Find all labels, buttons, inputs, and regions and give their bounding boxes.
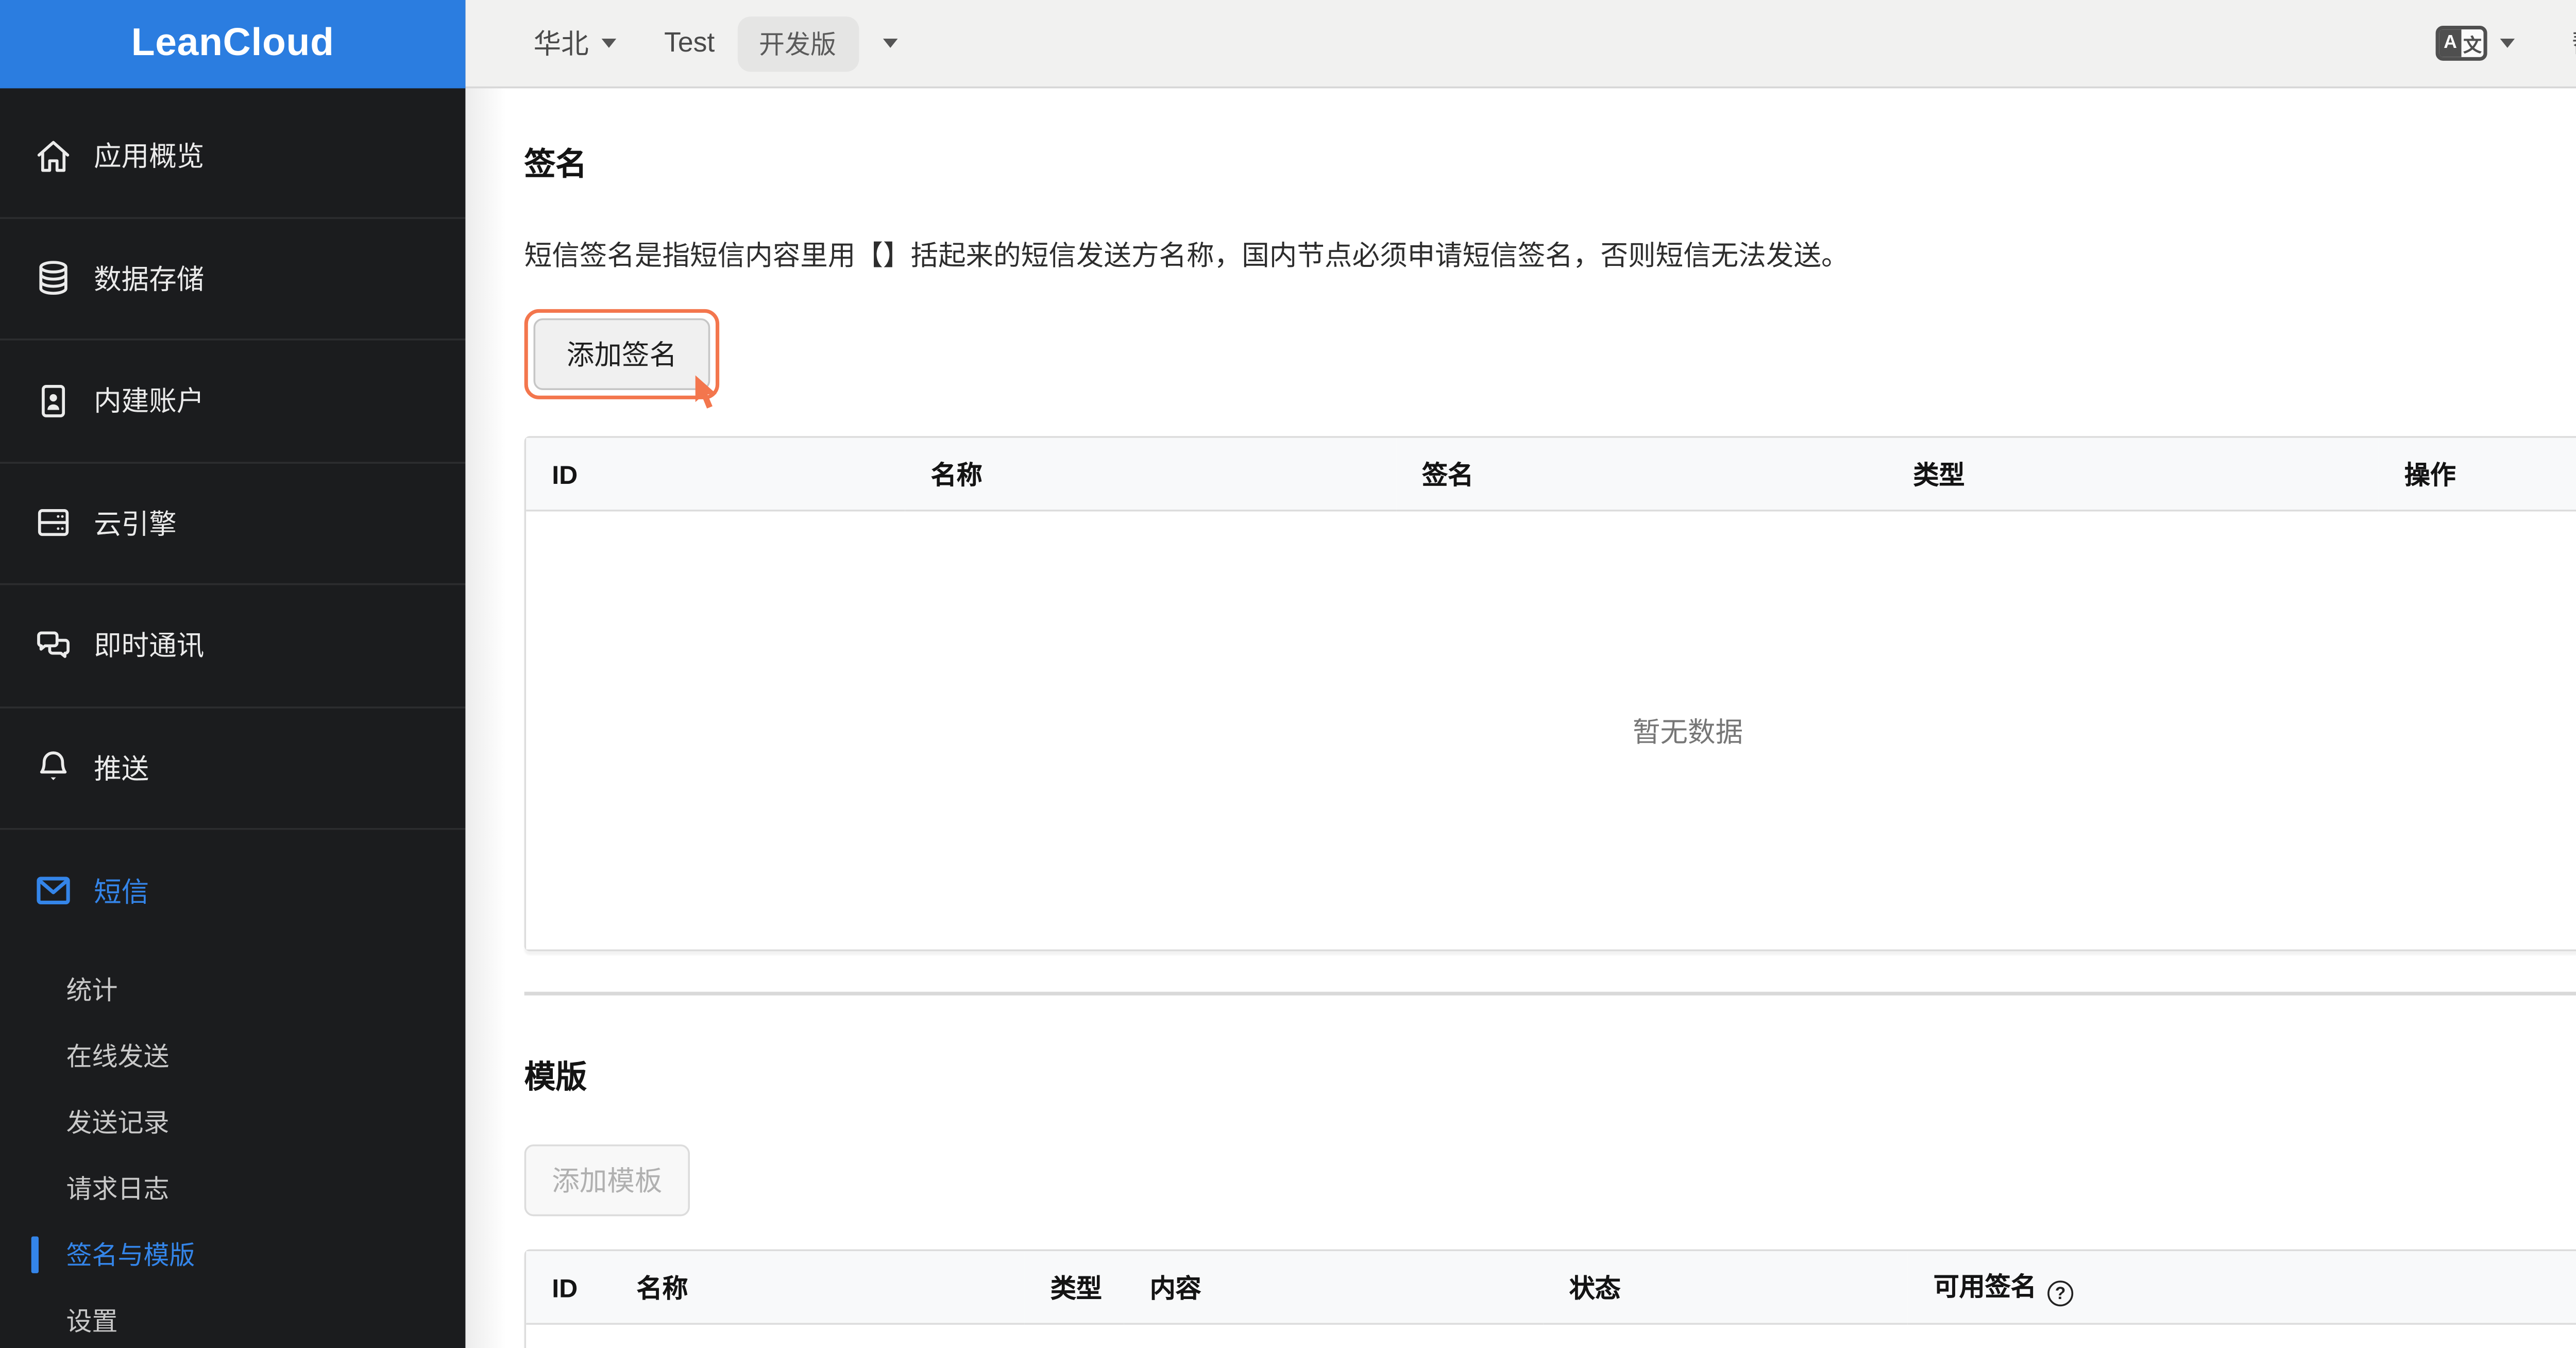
sidebar-item-label: 短信 [94, 877, 149, 909]
help-dropdown[interactable]: 帮助 [2572, 24, 2576, 62]
template-section-title: 模版 [524, 1059, 587, 1095]
subnav-label: 设置 [66, 1305, 118, 1335]
language-dropdown[interactable]: A文 [2435, 25, 2515, 61]
sidebar-item-app-overview[interactable]: 应用概览 [0, 96, 466, 218]
sidebar-item-label: 云引擎 [94, 509, 177, 541]
add-signature-button[interactable]: 添加签名 [533, 318, 710, 390]
templates-table: ID 名称 类型 内容 状态 可用签名? 操作 [524, 1249, 2576, 1348]
sidebar-item-instant-messaging[interactable]: 即时通讯 [0, 585, 466, 707]
chevron-down-icon [2500, 38, 2515, 48]
app-env-badge: 开发版 [737, 15, 858, 71]
sidebar-item-builtin-accounts[interactable]: 内建账户 [0, 341, 466, 463]
subnav-label: 在线发送 [66, 1040, 170, 1070]
signature-section-title: 签名 [524, 147, 587, 182]
topbar: 华北 Test 开发版 A文 帮助 [465, 0, 2576, 89]
sidebar-item-online-send[interactable]: 在线发送 [0, 1022, 465, 1089]
region-dropdown[interactable]: 华北 [534, 24, 617, 62]
sidebar-item-push[interactable]: 推送 [0, 707, 466, 830]
col-header-type: 类型 [1024, 1251, 1124, 1325]
col-header-id: ID [526, 437, 905, 512]
sidebar-item-label: 内建账户 [94, 386, 205, 418]
subnav-label: 签名与模版 [66, 1239, 195, 1269]
col-header-name: 名称 [905, 437, 1397, 512]
signature-description: 短信签名是指短信内容里用【】括起来的短信发送方名称，国内节点必须申请短信签名，否… [524, 241, 1849, 273]
signatures-table: ID 名称 签名 类型 操作 暂无数据 [524, 436, 2576, 952]
col-header-name: 名称 [611, 1251, 1025, 1325]
sidebar-item-signatures-templates[interactable]: 签名与模版 [0, 1221, 465, 1287]
col-header-signature: 签名 [1396, 437, 1888, 512]
sidebar-item-statistics[interactable]: 统计 [0, 956, 465, 1022]
app-name-label: Test [664, 27, 715, 59]
sidebar-item-label: 推送 [94, 754, 149, 785]
app-switcher-dropdown[interactable]: Test 开发版 [664, 15, 897, 71]
chevron-down-icon [882, 38, 897, 48]
server-icon [33, 503, 74, 544]
sidebar-subnav-sms: 统计 在线发送 发送记录 请求日志 签名与模版 设置 [0, 952, 465, 1348]
sidebar-item-request-logs[interactable]: 请求日志 [0, 1155, 465, 1221]
signatures-table-header: ID 名称 签名 类型 操作 [526, 437, 2576, 512]
section-divider [524, 991, 2576, 996]
region-label: 华北 [533, 29, 589, 61]
bell-icon [33, 748, 74, 788]
table-body-cutoff [526, 1324, 2576, 1348]
content-area: 签名 短信签名是指短信内容里用【】括起来的短信发送方名称，国内节点必须申请短信签… [465, 88, 2576, 1348]
col-header-status: 状态 [1543, 1251, 1908, 1325]
chevron-down-icon [601, 38, 617, 48]
app-window: LeanCloud 应用概览 数据存储 内建账户 云引擎 即时通讯 推送 短信 … [0, 0, 2576, 1348]
subnav-label: 请求日志 [66, 1173, 170, 1203]
active-indicator-bar [31, 1235, 39, 1273]
sidebar-item-label: 数据存储 [94, 264, 205, 296]
database-icon [33, 258, 74, 299]
sidebar-item-label: 即时通讯 [94, 631, 205, 663]
click-target-highlight: 添加签名 [524, 309, 720, 409]
topbar-right: A文 帮助 [2435, 0, 2576, 87]
translate-icon: A文 [2435, 25, 2487, 61]
sidebar-nav: 应用概览 数据存储 内建账户 云引擎 即时通讯 推送 短信 [0, 88, 466, 952]
subnav-label: 统计 [66, 974, 118, 1004]
sidebar-item-settings[interactable]: 设置 [0, 1287, 465, 1348]
add-template-button[interactable]: 添加模板 [524, 1144, 690, 1217]
col-header-available-signatures: 可用签名? [1907, 1251, 2576, 1325]
col-header-type: 类型 [1887, 437, 2379, 512]
leancloud-logo[interactable]: LeanCloud [0, 0, 466, 89]
chat-icon [33, 625, 74, 666]
available-signatures-label: 可用签名 [1933, 1271, 2037, 1301]
id-card-icon [33, 380, 74, 421]
main-column: 华北 Test 开发版 A文 帮助 [465, 0, 2576, 1348]
sidebar-item-label: 应用概览 [94, 142, 205, 174]
cursor-pointer-icon [695, 375, 717, 409]
sidebar-item-cloud-engine[interactable]: 云引擎 [0, 463, 466, 585]
empty-state: 暂无数据 [526, 511, 2576, 950]
templates-table-header: ID 名称 类型 内容 状态 可用签名? 操作 [526, 1251, 2576, 1325]
sidebar-item-send-records[interactable]: 发送记录 [0, 1088, 465, 1155]
help-circle-icon[interactable]: ? [2047, 1281, 2074, 1307]
sidebar-item-sms[interactable]: 短信 [0, 830, 465, 952]
subnav-label: 发送记录 [66, 1106, 170, 1136]
col-header-content: 内容 [1124, 1251, 1544, 1325]
help-label: 帮助 [2572, 24, 2576, 62]
sidebar: LeanCloud 应用概览 数据存储 内建账户 云引擎 即时通讯 推送 短信 … [0, 0, 466, 1348]
col-header-id: ID [526, 1251, 611, 1325]
sidebar-item-data-storage[interactable]: 数据存储 [0, 218, 466, 341]
home-icon [33, 136, 74, 176]
mail-icon [33, 871, 74, 912]
col-header-actions: 操作 [2378, 437, 2576, 512]
